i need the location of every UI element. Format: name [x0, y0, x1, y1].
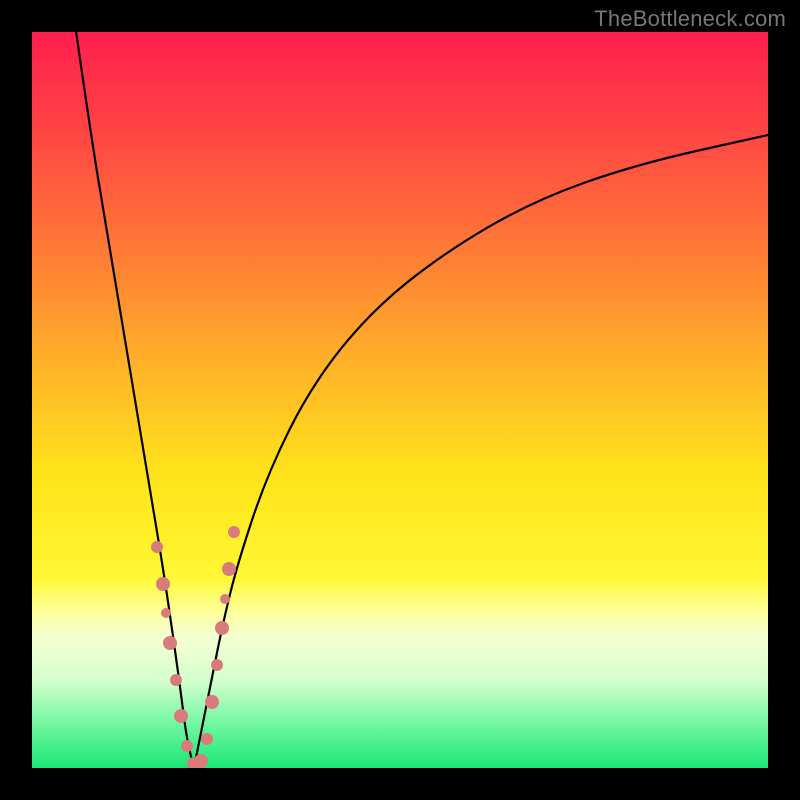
- data-marker: [194, 754, 208, 768]
- data-marker: [211, 659, 223, 671]
- chart-frame: TheBottleneck.com: [0, 0, 800, 800]
- data-marker: [174, 709, 188, 723]
- bottleneck-curve: [32, 32, 768, 768]
- data-marker: [220, 594, 230, 604]
- data-marker: [161, 608, 171, 618]
- data-marker: [215, 621, 229, 635]
- data-marker: [205, 695, 219, 709]
- data-marker: [201, 733, 213, 745]
- data-marker: [228, 526, 240, 538]
- data-marker: [170, 674, 182, 686]
- data-marker: [151, 541, 163, 553]
- data-marker: [222, 562, 236, 576]
- data-marker: [156, 577, 170, 591]
- data-marker: [181, 740, 193, 752]
- data-marker: [163, 636, 177, 650]
- watermark-text: TheBottleneck.com: [594, 6, 786, 32]
- plot-area: [32, 32, 768, 768]
